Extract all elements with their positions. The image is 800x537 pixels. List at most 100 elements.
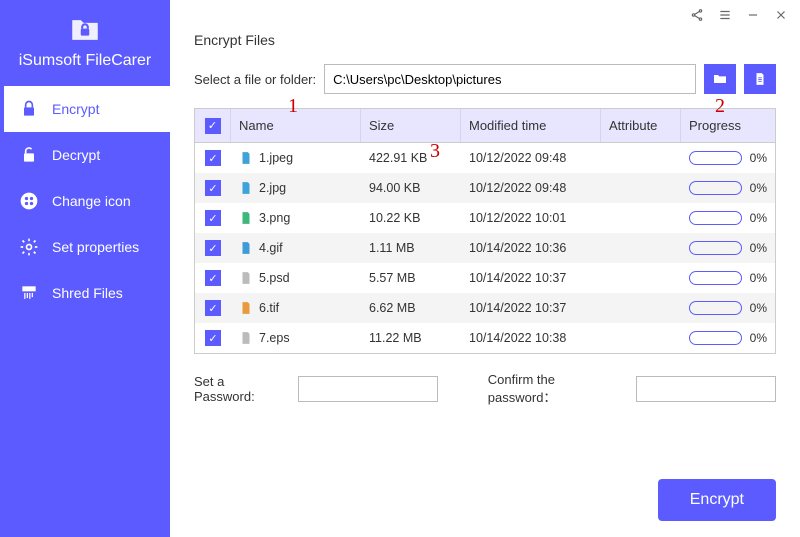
file-type-icon [239,151,253,165]
path-label: Select a file or folder: [194,72,316,87]
progress-bar [689,181,742,195]
lock-icon [18,98,40,120]
password-row: Set a Password: Confirm the password： [194,372,776,406]
progress-bar [689,271,742,285]
password-input[interactable] [298,376,438,402]
grid-icon [18,190,40,212]
nav: Encrypt Decrypt Change icon Set properties S… [0,86,170,316]
file-type-icon [239,331,253,345]
sidebar-item-label: Shred Files [52,285,123,301]
file-size: 11.22 MB [361,331,461,345]
page-heading: Encrypt Files [194,32,776,48]
row-checkbox[interactable]: ✓ [205,270,221,286]
share-icon[interactable] [690,8,704,25]
sidebar-item-label: Set properties [52,239,139,255]
minimize-button[interactable] [746,8,760,25]
table-row[interactable]: ✓ 2.jpg 94.00 KB10/12/2022 09:48 0% [195,173,775,203]
file-name: 2.jpg [259,181,286,195]
sidebar-item-decrypt[interactable]: Decrypt [0,132,170,178]
file-name: 6.tif [259,301,279,315]
action-row: Encrypt [194,459,776,521]
file-modified-time: 10/12/2022 09:48 [461,181,601,195]
confirm-password-input[interactable] [636,376,776,402]
col-progress[interactable]: Progress [681,109,775,142]
table-header: ✓ Name Size Modified time Attribute Prog… [195,109,775,143]
col-attr[interactable]: Attribute [601,109,681,142]
progress-text: 0% [750,241,767,255]
sidebar-item-encrypt[interactable]: Encrypt [0,86,170,132]
app-title: iSumsoft FileCarer [19,52,151,70]
row-checkbox[interactable]: ✓ [205,300,221,316]
progress-text: 0% [750,181,767,195]
row-checkbox[interactable]: ✓ [205,240,221,256]
file-type-icon [239,301,253,315]
table-row[interactable]: ✓ 1.jpeg 422.91 KB10/12/2022 09:48 0% [195,143,775,173]
row-checkbox[interactable]: ✓ [205,210,221,226]
confirm-password-label: Confirm the password： [488,372,626,406]
file-size: 94.00 KB [361,181,461,195]
sidebar-item-change-icon[interactable]: Change icon [0,178,170,224]
sidebar-item-set-properties[interactable]: Set properties [0,224,170,270]
app-logo: iSumsoft FileCarer [0,0,170,78]
table-row[interactable]: ✓3.png10.22 KB10/12/2022 10:010% [195,203,775,233]
progress-bar [689,331,742,345]
progress-text: 0% [750,211,767,225]
menu-icon[interactable] [718,8,732,25]
col-time[interactable]: Modified time [461,109,601,142]
close-button[interactable] [774,8,788,25]
progress-text: 0% [750,331,767,345]
select-all-checkbox[interactable]: ✓ [205,118,221,134]
file-name: 1.jpeg [259,151,293,165]
file-name: 5.psd [259,271,290,285]
file-type-icon [239,241,253,255]
encrypt-button[interactable]: Encrypt [658,479,776,521]
file-type-icon [239,181,253,195]
browse-file-button[interactable] [744,64,776,94]
file-size: 10.22 KB [361,211,461,225]
sidebar: iSumsoft FileCarer Encrypt Decrypt Change … [0,0,170,537]
table-row[interactable]: ✓ 5.psd 5.57 MB10/14/2022 10:37 0% [195,263,775,293]
file-modified-time: 10/12/2022 10:01 [461,211,601,225]
progress-text: 0% [750,301,767,315]
content: Encrypt Files Select a file or folder: ✓… [170,32,800,537]
table-row[interactable]: ✓ 6.tif 6.62 MB10/14/2022 10:37 0% [195,293,775,323]
path-input[interactable] [324,64,696,94]
progress-text: 0% [750,271,767,285]
file-modified-time: 10/14/2022 10:36 [461,241,601,255]
file-modified-time: 10/12/2022 09:48 [461,151,601,165]
row-checkbox[interactable]: ✓ [205,330,221,346]
table-row[interactable]: ✓ 4.gif 1.11 MB10/14/2022 10:36 0% [195,233,775,263]
sidebar-item-label: Decrypt [52,147,100,163]
table-row[interactable]: ✓ 7.eps 11.22 MB10/14/2022 10:38 0% [195,323,775,353]
file-name: 7.eps [259,331,290,345]
col-name[interactable]: Name [231,109,361,142]
file-size: 6.62 MB [361,301,461,315]
file-modified-time: 10/14/2022 10:37 [461,271,601,285]
row-checkbox[interactable]: ✓ [205,150,221,166]
titlebar [170,0,800,32]
sidebar-item-shred-files[interactable]: Shred Files [0,270,170,316]
browse-folder-button[interactable] [704,64,736,94]
folder-lock-icon [67,12,103,48]
gear-icon [18,236,40,258]
file-name: 4.gif [259,241,283,255]
sidebar-item-label: Encrypt [52,101,99,117]
file-size: 422.91 KB [361,151,461,165]
file-size: 1.11 MB [361,241,461,255]
file-table: ✓ Name Size Modified time Attribute Prog… [194,108,776,354]
file-modified-time: 10/14/2022 10:37 [461,301,601,315]
row-checkbox[interactable]: ✓ [205,180,221,196]
table-body: ✓1.jpeg422.91 KB10/12/2022 09:480%✓2.jpg… [195,143,775,353]
sidebar-item-label: Change icon [52,193,131,209]
unlock-icon [18,144,40,166]
progress-bar [689,151,742,165]
col-size[interactable]: Size [361,109,461,142]
progress-bar [689,211,742,225]
path-row: Select a file or folder: [194,64,776,94]
file-size: 5.57 MB [361,271,461,285]
file-modified-time: 10/14/2022 10:38 [461,331,601,345]
progress-bar [689,241,742,255]
progress-text: 0% [750,151,767,165]
shred-icon [18,282,40,304]
main: Encrypt Files Select a file or folder: ✓… [170,0,800,537]
